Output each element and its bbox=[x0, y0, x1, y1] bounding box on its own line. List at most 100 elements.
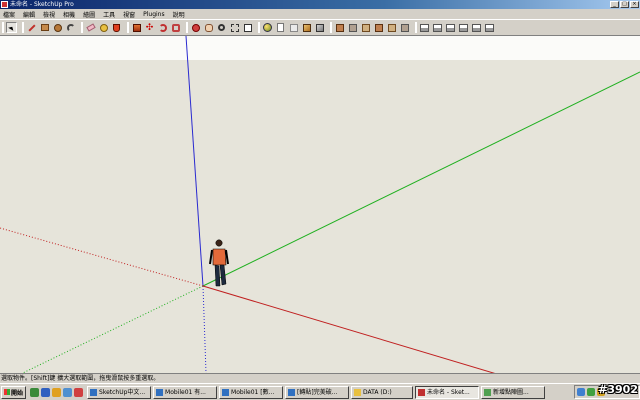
watermark: #3902 bbox=[598, 383, 638, 396]
push-pull-icon bbox=[132, 23, 141, 32]
minimize-button[interactable]: _ bbox=[610, 1, 619, 8]
globe-icon bbox=[263, 23, 272, 32]
person-figure[interactable] bbox=[209, 239, 229, 287]
pencil-icon bbox=[27, 23, 36, 32]
task-button-5[interactable]: 未命名 - Sket... bbox=[415, 385, 480, 399]
close-button[interactable]: × bbox=[630, 1, 639, 8]
circle-tool-button[interactable] bbox=[52, 22, 63, 33]
share-icon bbox=[289, 23, 298, 32]
components-button[interactable] bbox=[301, 22, 312, 33]
select-tool-button[interactable] bbox=[6, 22, 17, 33]
app-quick-icon[interactable] bbox=[74, 387, 84, 397]
circle-icon bbox=[53, 23, 62, 32]
green-axis-negative bbox=[21, 285, 204, 373]
media-icon[interactable] bbox=[52, 387, 62, 397]
zoom-extents-button[interactable] bbox=[242, 22, 253, 33]
model-space bbox=[0, 36, 640, 373]
eraser-icon bbox=[85, 23, 96, 32]
folder-icon bbox=[90, 388, 98, 396]
front-view-icon bbox=[446, 23, 455, 32]
zoom-window-button[interactable] bbox=[229, 22, 240, 33]
menu-view[interactable]: 檢視 bbox=[43, 10, 55, 19]
task-button-3[interactable]: [轉貼]完美破... bbox=[285, 385, 350, 399]
desktop-icon[interactable] bbox=[63, 387, 73, 397]
left-view-icon bbox=[485, 23, 494, 32]
modify-group: ✣ bbox=[127, 22, 182, 33]
arc-tool-button[interactable] bbox=[65, 22, 76, 33]
drawing-area[interactable] bbox=[0, 36, 640, 373]
task-label: [轉貼]完美破... bbox=[297, 388, 338, 396]
menu-window[interactable]: 視窗 bbox=[123, 10, 135, 19]
get-models-button[interactable] bbox=[275, 22, 286, 33]
task-button-1[interactable]: Mobile01 有... bbox=[153, 385, 218, 399]
red-axis-negative bbox=[0, 227, 204, 287]
style-group bbox=[330, 22, 411, 33]
task-button-0[interactable]: SketchUp中文... bbox=[87, 385, 152, 399]
paint-icon bbox=[484, 388, 492, 396]
maximize-button[interactable]: □ bbox=[620, 1, 629, 8]
task-label: 新增點陣圖... bbox=[493, 388, 529, 396]
move-tool-button[interactable]: ✣ bbox=[144, 22, 155, 33]
hidden-line-style-button[interactable] bbox=[360, 22, 371, 33]
title-bar: 未命名 - SketchUp Pro _ □ × bbox=[0, 0, 640, 9]
iso-view-button[interactable] bbox=[419, 22, 430, 33]
hidden-line-house-icon bbox=[361, 23, 370, 32]
menu-draw[interactable]: 繪圖 bbox=[83, 10, 95, 19]
component-icon bbox=[302, 23, 311, 32]
security-icon[interactable] bbox=[587, 388, 595, 396]
network-icon[interactable] bbox=[577, 388, 585, 396]
menu-file[interactable]: 檔案 bbox=[3, 10, 15, 19]
shaded-style-button[interactable] bbox=[373, 22, 384, 33]
menu-tools[interactable]: 工具 bbox=[103, 10, 115, 19]
push-pull-button[interactable] bbox=[131, 22, 142, 33]
front-view-button[interactable] bbox=[445, 22, 456, 33]
draw-group bbox=[22, 22, 77, 33]
menu-edit[interactable]: 編輯 bbox=[23, 10, 35, 19]
ie-icon[interactable] bbox=[41, 387, 51, 397]
zoom-window-icon bbox=[230, 23, 239, 32]
zoom-extents-icon bbox=[243, 23, 252, 32]
menu-camera[interactable]: 相機 bbox=[63, 10, 75, 19]
menu-plugins[interactable]: Plugins bbox=[143, 11, 165, 18]
arc-icon bbox=[66, 23, 75, 32]
tape-measure-button[interactable] bbox=[98, 22, 109, 33]
top-view-button[interactable] bbox=[432, 22, 443, 33]
green-axis bbox=[202, 71, 640, 287]
left-view-button[interactable] bbox=[484, 22, 495, 33]
share-model-button[interactable] bbox=[288, 22, 299, 33]
monochrome-style-button[interactable] bbox=[399, 22, 410, 33]
browser-icon[interactable] bbox=[30, 387, 40, 397]
offset-tool-button[interactable] bbox=[170, 22, 181, 33]
camera-group bbox=[186, 22, 254, 33]
task-button-6[interactable]: 新增點陣圖... bbox=[481, 385, 546, 399]
start-label: 開始 bbox=[11, 389, 24, 397]
zoom-tool-button[interactable] bbox=[216, 22, 227, 33]
paint-bucket-button[interactable] bbox=[111, 22, 122, 33]
task-button-2[interactable]: Mobile01 [數... bbox=[219, 385, 284, 399]
task-button-4[interactable]: DATA (D:) bbox=[351, 385, 414, 399]
quick-launch bbox=[29, 387, 84, 397]
task-label: Mobile01 有... bbox=[165, 388, 206, 396]
sketchup-app-icon bbox=[1, 1, 8, 8]
task-label: Mobile01 [數... bbox=[231, 388, 275, 396]
pan-tool-button[interactable] bbox=[203, 22, 214, 33]
eraser-tool-button[interactable] bbox=[85, 22, 96, 33]
rectangle-tool-button[interactable] bbox=[39, 22, 50, 33]
start-button[interactable]: 開始 bbox=[1, 385, 27, 399]
line-tool-button[interactable] bbox=[26, 22, 37, 33]
section-plane-button[interactable] bbox=[314, 22, 325, 33]
back-view-button[interactable] bbox=[471, 22, 482, 33]
menu-help[interactable]: 說明 bbox=[173, 10, 185, 19]
orbit-tool-button[interactable] bbox=[190, 22, 201, 33]
wireframe-style-button[interactable] bbox=[347, 22, 358, 33]
textured-style-button[interactable] bbox=[386, 22, 397, 33]
xray-style-button[interactable] bbox=[334, 22, 345, 33]
rectangle-icon bbox=[40, 24, 49, 31]
sketchup-window: 未命名 - SketchUp Pro _ □ × 檔案 編輯 檢視 相機 繪圖 … bbox=[0, 0, 640, 400]
right-view-button[interactable] bbox=[458, 22, 469, 33]
add-location-button[interactable] bbox=[262, 22, 273, 33]
iso-view-icon bbox=[420, 23, 429, 32]
rotate-tool-button[interactable] bbox=[157, 22, 168, 33]
sketchup-icon bbox=[418, 388, 426, 396]
offset-icon bbox=[171, 23, 180, 32]
